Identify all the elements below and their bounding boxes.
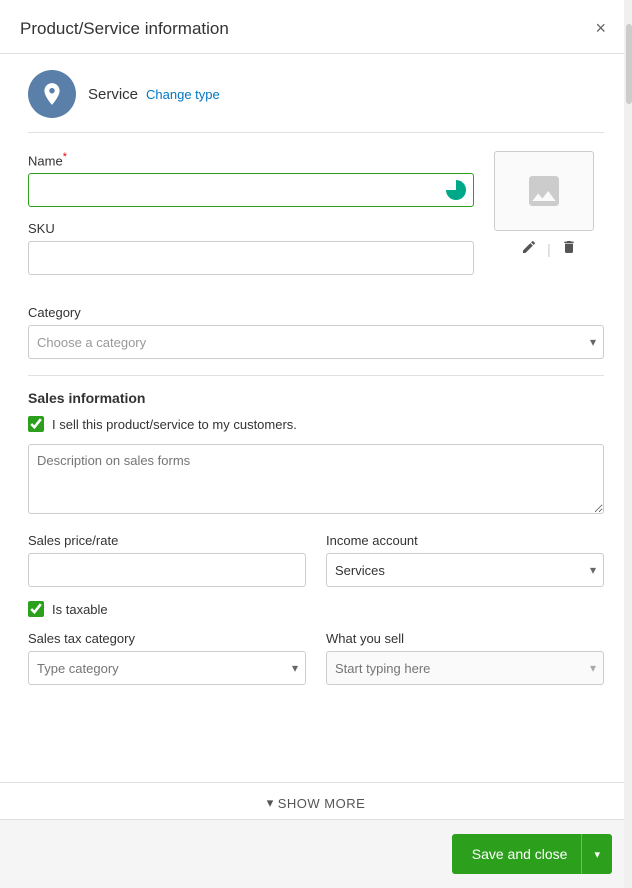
income-select[interactable]: Services (326, 553, 604, 587)
save-close-arrow-icon[interactable]: ▾ (582, 834, 612, 874)
sell-checkbox-label: I sell this product/service to my custom… (52, 417, 297, 432)
taxable-label: Is taxable (52, 602, 108, 617)
pencil-icon (521, 239, 537, 255)
price-label: Sales price/rate (28, 533, 306, 548)
price-input[interactable] (28, 553, 306, 587)
section-divider-1 (28, 375, 604, 376)
save-close-label: Save and close (472, 846, 582, 862)
image-actions-divider: | (547, 241, 551, 257)
sales-section-title: Sales information (28, 390, 604, 406)
sales-info-section: Sales information I sell this product/se… (28, 390, 604, 685)
delete-image-button[interactable] (559, 237, 579, 260)
show-more-button[interactable]: ▾ SHOW MORE (267, 795, 366, 811)
modal-footer: Save and close ▾ (0, 819, 632, 888)
building-icon (39, 81, 65, 107)
category-select-wrapper: Choose a category ▾ (28, 325, 604, 359)
name-label: Name* (28, 151, 474, 168)
income-col: Income account Services ▾ (326, 533, 604, 587)
save-close-button[interactable]: Save and close ▾ (452, 834, 612, 874)
image-icon (524, 171, 564, 211)
name-loading-indicator (446, 180, 466, 200)
modal-title: Product/Service information (20, 19, 229, 39)
form-left: Name* SKU (28, 151, 474, 289)
sell-checkbox-row: I sell this product/service to my custom… (28, 416, 604, 432)
service-type-row: Service Change type (28, 70, 604, 133)
what-you-sell-wrapper: ▾ (326, 651, 604, 685)
sku-label: SKU (28, 221, 474, 236)
image-placeholder (494, 151, 594, 231)
sales-tax-row: Sales tax category ▾ What you sell ▾ (28, 631, 604, 685)
price-col: Sales price/rate (28, 533, 306, 587)
close-button[interactable]: × (589, 16, 612, 41)
show-more-chevron-icon: ▾ (267, 795, 274, 811)
tax-category-col: Sales tax category ▾ (28, 631, 306, 685)
type-category-input[interactable] (28, 651, 306, 685)
show-more-label: SHOW MORE (278, 796, 366, 811)
show-more-section: ▾ SHOW MORE (0, 782, 632, 819)
trash-icon (561, 239, 577, 255)
taxable-checkbox[interactable] (28, 601, 44, 617)
category-select[interactable]: Choose a category (28, 325, 604, 359)
name-field-wrapper (28, 173, 474, 207)
tax-category-label: Sales tax category (28, 631, 306, 646)
sku-input[interactable] (28, 241, 474, 275)
modal-header: Product/Service information × (0, 0, 632, 54)
form-right: | (494, 151, 604, 260)
change-type-link[interactable]: Change type (146, 87, 220, 102)
name-input[interactable] (28, 173, 474, 207)
description-textarea[interactable] (28, 444, 604, 514)
service-icon (28, 70, 76, 118)
service-type-label: Service (88, 86, 138, 103)
price-income-row: Sales price/rate Income account Services… (28, 533, 604, 587)
scrollbar-thumb[interactable] (626, 24, 632, 104)
what-you-sell-label: What you sell (326, 631, 604, 646)
category-label: Category (28, 305, 604, 320)
scrollbar-track[interactable] (624, 0, 632, 888)
what-you-sell-col: What you sell ▾ (326, 631, 604, 685)
sell-checkbox[interactable] (28, 416, 44, 432)
what-you-sell-input (326, 651, 604, 685)
taxable-row: Is taxable (28, 601, 604, 617)
category-row: Category Choose a category ▾ (28, 305, 604, 359)
modal-container: Product/Service information × Service Ch… (0, 0, 632, 888)
modal-body: Service Change type Name* SKU (0, 54, 632, 772)
income-label: Income account (326, 533, 604, 548)
image-actions: | (494, 237, 604, 260)
income-select-wrapper: Services ▾ (326, 553, 604, 587)
name-image-section: Name* SKU (28, 151, 604, 289)
type-category-wrapper: ▾ (28, 651, 306, 685)
edit-image-button[interactable] (519, 237, 539, 260)
